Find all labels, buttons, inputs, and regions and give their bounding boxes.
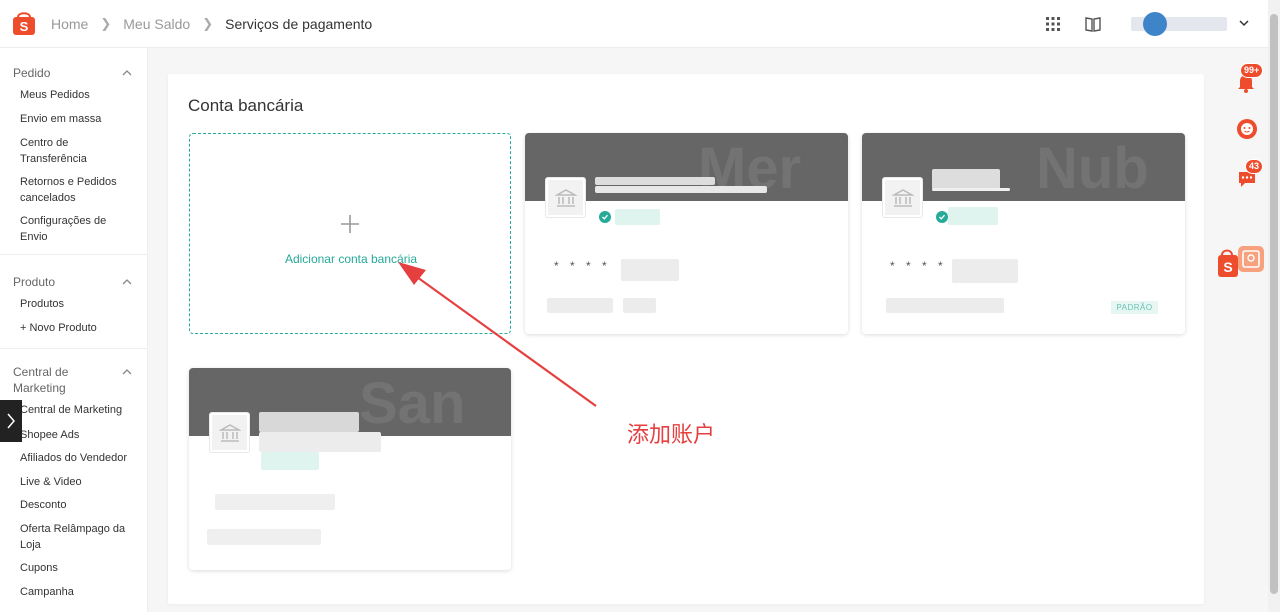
bank-name-redacted: [595, 177, 715, 185]
bank-icon: [882, 177, 923, 218]
chevron-up-icon[interactable]: [121, 367, 133, 377]
support-button[interactable]: [1235, 117, 1259, 141]
sidebar-item-novo-produto[interactable]: + Novo Produto: [20, 321, 140, 337]
chevron-up-icon[interactable]: [121, 277, 133, 287]
user-account-menu[interactable]: [1131, 12, 1227, 36]
holder-name-redacted: [886, 298, 1004, 313]
sidebar-item-centro-de-transferencia[interactable]: Centro de Transferência: [20, 136, 100, 167]
page-title: Conta bancária: [188, 96, 304, 115]
bank-name-redacted: [259, 412, 359, 432]
sidebar-section-produto[interactable]: Produto: [13, 274, 133, 290]
sidebar-item-shopee-ads[interactable]: Shopee Ads: [20, 428, 140, 444]
bank-name-redacted: [932, 188, 1010, 191]
plus-icon: [341, 215, 359, 233]
sidebar-item-produtos[interactable]: Produtos: [20, 297, 140, 313]
holder-name-redacted: [547, 298, 613, 313]
svg-text:S: S: [1223, 259, 1232, 275]
sidebar-item-cupons[interactable]: Cupons: [20, 561, 140, 577]
scrollbar-thumb[interactable]: [1270, 14, 1278, 594]
annotation-label: 添加账户: [627, 423, 716, 448]
shopee-logo-icon[interactable]: S: [12, 10, 36, 36]
shopee-bag-icon: S: [1218, 246, 1264, 277]
sidebar-item-configuracoes-de-envio[interactable]: Configurações de Envio: [20, 214, 120, 245]
bank-icon: [545, 177, 586, 218]
holder-name-redacted: [623, 298, 656, 313]
chevron-down-icon[interactable]: [1238, 17, 1250, 29]
bank-account-card[interactable]: Mer * * * *: [525, 133, 848, 334]
account-number-redacted: [952, 259, 1018, 283]
bank-name-redacted: [259, 432, 381, 452]
account-number-redacted: [621, 259, 679, 281]
divider: [0, 348, 147, 349]
chevron-right-icon: ❯: [202, 16, 214, 31]
masked-account-number: * * * *: [890, 259, 947, 273]
bank-icon: [209, 412, 250, 453]
chat-badge: 43: [1245, 159, 1264, 174]
chevron-right-icon: [7, 413, 15, 429]
sidebar-item-central-de-marketing[interactable]: Central de Marketing: [20, 403, 140, 419]
chevron-right-icon: ❯: [100, 16, 112, 31]
divider: [0, 254, 147, 255]
sidebar-item-retornos[interactable]: Retornos e Pedidos cancelados: [20, 175, 130, 206]
verified-icon: [936, 211, 948, 223]
bank-watermark: San: [359, 371, 466, 436]
sidebar-item-envio-em-massa[interactable]: Envio em massa: [20, 112, 140, 128]
bank-name-redacted: [932, 169, 1000, 189]
add-bank-account-card[interactable]: Adicionar conta bancária: [189, 133, 511, 334]
bank-account-card[interactable]: San: [189, 368, 511, 570]
sidebar-section-pedido[interactable]: Pedido: [13, 65, 133, 81]
avatar: [1143, 12, 1167, 36]
chevron-up-icon[interactable]: [121, 68, 133, 78]
apps-grid-icon[interactable]: [1044, 15, 1062, 33]
svg-text:S: S: [20, 19, 29, 34]
status-redacted: [615, 209, 660, 225]
chat-button[interactable]: 43: [1237, 159, 1264, 188]
breadcrumb-current: Serviços de pagamento: [225, 16, 373, 32]
default-badge: PADRÃO: [1111, 301, 1158, 314]
status-redacted: [261, 452, 319, 470]
sidebar-item-afiliados[interactable]: Afiliados do Vendedor: [20, 451, 140, 467]
status-redacted: [948, 207, 998, 225]
notification-button[interactable]: 99+: [1236, 63, 1264, 94]
notification-badge: 99+: [1240, 63, 1264, 78]
book-icon[interactable]: [1084, 15, 1102, 33]
sidebar-section-central-de-marketing[interactable]: Central de Marketing: [13, 364, 83, 396]
sidebar-item-oferta-relampago[interactable]: Oferta Relâmpago da Loja: [20, 522, 132, 553]
account-number-redacted: [215, 494, 335, 510]
breadcrumb: Home ❯ Meu Saldo ❯ Serviços de pagamento: [51, 16, 372, 32]
page-scrollbar[interactable]: [1268, 0, 1280, 612]
holder-name-redacted: [207, 529, 321, 545]
sidebar-item-campanha[interactable]: Campanha: [20, 585, 140, 601]
sidebar-collapse-toggle[interactable]: [0, 400, 22, 442]
bank-account-card[interactable]: Nub * * * * PADRÃO: [862, 133, 1185, 334]
breadcrumb-home[interactable]: Home: [51, 16, 88, 32]
bank-name-redacted: [595, 186, 767, 193]
sidebar-item-desconto[interactable]: Desconto: [20, 498, 140, 514]
headset-icon: [1237, 119, 1257, 139]
sidebar-item-live-video[interactable]: Live & Video: [20, 475, 140, 491]
bank-watermark: Nub: [1036, 136, 1149, 201]
add-bank-account-label[interactable]: Adicionar conta bancária: [190, 252, 512, 266]
masked-account-number: * * * *: [554, 259, 611, 273]
top-bar: S Home ❯ Meu Saldo ❯ Serviços de pagamen…: [0, 0, 1268, 48]
breadcrumb-meu-saldo[interactable]: Meu Saldo: [123, 16, 190, 32]
sidebar: Pedido Meus Pedidos Envio em massa Centr…: [0, 48, 148, 612]
verified-icon: [599, 211, 611, 223]
sidebar-item-meus-pedidos[interactable]: Meus Pedidos: [20, 88, 140, 104]
shopee-seller-assistant-button[interactable]: S: [1218, 243, 1266, 279]
